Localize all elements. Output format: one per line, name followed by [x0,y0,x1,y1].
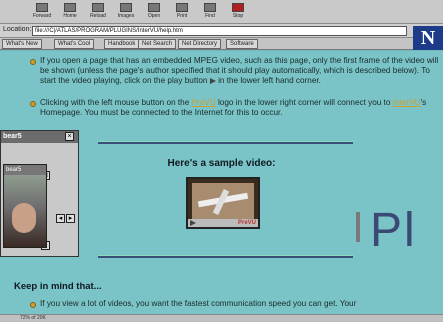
netscape-logo[interactable]: N [413,26,443,50]
handbook-button[interactable]: Handbook [104,39,140,49]
divider [98,255,353,258]
open-button[interactable]: Open [140,1,168,23]
print-button[interactable]: Print [168,1,196,23]
bullet-icon [30,302,36,308]
status-bar: 72% of 20K [0,314,443,322]
stop-button[interactable]: Stop [224,1,252,23]
location-label: Location: [3,26,32,33]
step-back-icon[interactable]: ◂ [56,214,65,223]
video-player[interactable]: PreVU [186,177,260,229]
navigation-toolbar: Forward Home Reload Images Open Print Fi… [0,0,443,24]
decorative-bar [356,212,360,242]
video-window[interactable]: bear5 × _ □ ◂ ▸ ▸ bear5 [0,130,79,257]
paragraph-speed: If you view a lot of videos, you want th… [40,299,357,308]
url-field[interactable]: file:///C|/ATLAS/PROGRAM/PLUGINS/InterVU… [32,26,407,36]
net-directory-button[interactable]: Net Directory [178,39,222,49]
prevu-link[interactable]: PreVU [192,98,216,107]
print-icon [176,3,188,12]
forward-icon [36,3,48,12]
bullet-icon [30,101,36,107]
net-search-button[interactable]: Net Search [138,39,177,49]
find-icon [204,3,216,12]
camera-view: bear5 [3,164,47,248]
camera-feed [4,175,46,247]
open-icon [148,3,160,12]
whats-cool-button[interactable]: What's Cool [54,39,95,49]
location-bar: Location: file:///C|/ATLAS/PROGRAM/PLUGI… [0,24,443,38]
inner-window-title: bear5 [4,165,46,175]
play-icon [209,77,216,84]
reload-button[interactable]: Reload [84,1,112,23]
divider [98,141,353,144]
paragraph-prevu: Clicking with the left mouse button on t… [40,98,427,117]
paragraph-mpeg: If you open a page that has an embedded … [40,56,439,85]
software-button[interactable]: Software [226,39,258,49]
stop-icon [232,3,244,12]
prevu-logo[interactable]: PreVU [238,219,256,227]
background-text: Pl [370,204,417,257]
whats-new-button[interactable]: What's New [2,39,42,49]
home-icon [64,3,76,12]
images-button[interactable]: Images [112,1,140,23]
person-image [12,203,36,233]
bullet-icon [30,59,36,65]
step-forward-icon[interactable]: ▸ [66,214,75,223]
status-text: 72% of 20K [20,315,46,321]
video-controls[interactable]: PreVU [188,219,258,227]
reload-icon [92,3,104,12]
close-icon[interactable]: × [65,132,74,141]
directory-bar: What's New What's Cool Handbook Net Sear… [0,38,443,50]
forward-button[interactable]: Forward [28,1,56,23]
play-icon[interactable] [190,220,196,226]
images-icon [120,3,132,12]
home-button[interactable]: Home [56,1,84,23]
keep-in-mind-heading: Keep in mind that... [14,281,102,292]
intervu-link[interactable]: InterVU [393,98,421,107]
find-button[interactable]: Find [196,1,224,23]
